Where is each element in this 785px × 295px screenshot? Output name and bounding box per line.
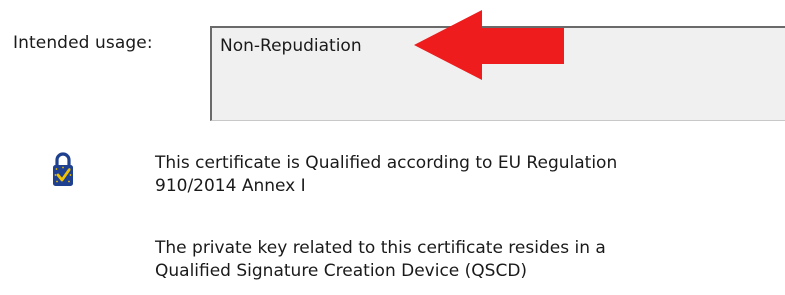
- qualified-info: This certificate is Qualified according …: [155, 152, 617, 198]
- eu-trust-lock-icon: [53, 152, 73, 186]
- qualified-line-1: This certificate is Qualified according …: [155, 153, 618, 173]
- qscd-line-2: Qualified Signature Creation Device (QSC…: [155, 261, 528, 281]
- intended-usage-value: Non-Repudiation: [220, 36, 362, 56]
- intended-usage-label: Intended usage:: [13, 33, 153, 53]
- red-arrow-icon: [414, 10, 564, 80]
- qualified-line-2: 910/2014 Annex I: [155, 176, 306, 196]
- qscd-info: The private key related to this certific…: [155, 237, 606, 283]
- qscd-line-1: The private key related to this certific…: [155, 238, 606, 258]
